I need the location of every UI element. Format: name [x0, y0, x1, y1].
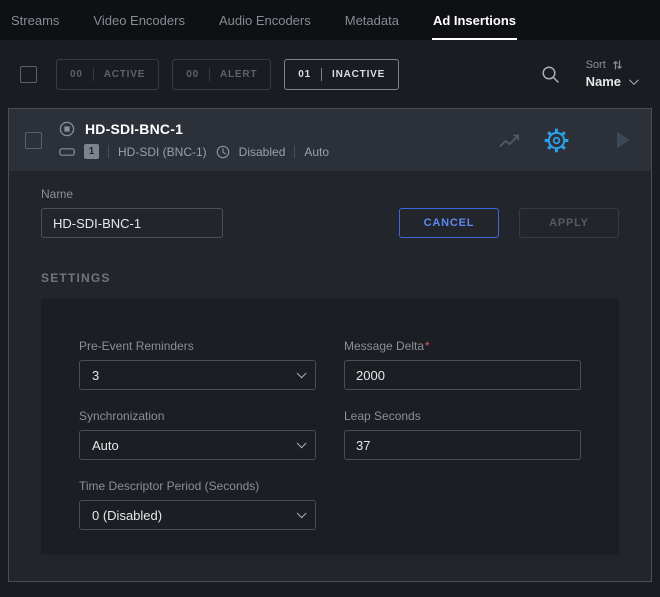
app-window: Streams Video Encoders Audio Encoders Me…	[0, 0, 660, 582]
chevron-down-icon	[297, 438, 307, 448]
synchronization-field: Synchronization Auto	[79, 409, 316, 460]
search-icon	[541, 65, 560, 84]
input-type: HD-SDI (BNC-1)	[118, 145, 207, 159]
message-delta-input[interactable]	[344, 360, 581, 390]
leap-seconds-label: Leap Seconds	[344, 409, 581, 423]
chevron-down-icon	[297, 368, 307, 378]
settings-heading: SETTINGS	[41, 271, 619, 285]
status-filter-group: 00 ACTIVE 00 ALERT 01 INACTIVE	[56, 59, 399, 90]
message-delta-label: Message Delta*	[344, 339, 581, 353]
sort-control[interactable]: Sort Name	[586, 59, 640, 89]
time-descriptor-period-label: Time Descriptor Period (Seconds)	[79, 479, 316, 493]
sort-arrows-icon	[612, 59, 623, 71]
time-descriptor-period-select[interactable]: 0 (Disabled)	[79, 500, 316, 530]
meta-divider	[294, 145, 295, 158]
message-delta-field: Message Delta*	[344, 339, 581, 390]
required-marker: *	[425, 339, 430, 353]
encoder-card: HD-SDI-BNC-1 1 HD-SDI (BNC-1) Disabled	[8, 108, 652, 582]
search-button[interactable]	[541, 65, 560, 84]
tab-streams[interactable]: Streams	[10, 0, 60, 40]
encoder-title-row: HD-SDI-BNC-1	[59, 121, 329, 137]
badge-divider	[321, 68, 322, 81]
clock-icon	[216, 145, 230, 159]
name-field: Name	[41, 187, 223, 238]
name-label: Name	[41, 187, 223, 201]
pre-event-reminders-select[interactable]: 3	[79, 360, 316, 390]
filter-active-badge[interactable]: 00 ACTIVE	[56, 59, 159, 90]
filter-bar: 00 ACTIVE 00 ALERT 01 INACTIVE	[0, 40, 660, 108]
synchronization-label: Synchronization	[79, 409, 316, 423]
inactive-count: 01	[298, 69, 311, 80]
tab-video-encoders[interactable]: Video Encoders	[92, 0, 186, 40]
leap-seconds-field: Leap Seconds	[344, 409, 581, 460]
encoder-card-body: Name CANCEL APPLY SETTINGS Pre-Event Rem…	[9, 171, 651, 581]
start-button[interactable]	[616, 131, 631, 149]
active-label: ACTIVE	[104, 69, 145, 80]
badge-divider	[209, 68, 210, 81]
encoder-head-text: HD-SDI-BNC-1 1 HD-SDI (BNC-1) Disabled	[59, 121, 329, 159]
tab-metadata[interactable]: Metadata	[344, 0, 400, 40]
chart-icon	[498, 131, 521, 150]
leap-seconds-input[interactable]	[344, 430, 581, 460]
sort-value: Name	[586, 74, 621, 89]
alert-label: ALERT	[220, 69, 257, 80]
alert-count: 00	[186, 69, 199, 80]
pre-event-reminders-field: Pre-Event Reminders 3	[79, 339, 316, 390]
encoder-card-header: HD-SDI-BNC-1 1 HD-SDI (BNC-1) Disabled	[9, 109, 651, 171]
encoder-mode: Auto	[304, 145, 329, 159]
time-descriptor-period-value: 0 (Disabled)	[92, 508, 162, 523]
encoder-actions	[498, 127, 631, 154]
apply-button[interactable]: APPLY	[519, 208, 619, 238]
stats-button[interactable]	[498, 131, 521, 150]
synchronization-select[interactable]: Auto	[79, 430, 316, 460]
encoder-title: HD-SDI-BNC-1	[85, 121, 183, 137]
input-number-badge: 1	[84, 144, 99, 159]
sort-value-row: Name	[586, 74, 636, 89]
badge-divider	[93, 68, 94, 81]
settings-form: Pre-Event Reminders 3 Message Delta* Syn…	[79, 339, 581, 530]
top-nav: Streams Video Encoders Audio Encoders Me…	[0, 0, 660, 40]
settings-button[interactable]	[543, 127, 570, 154]
chevron-down-icon	[629, 75, 639, 85]
pre-event-reminders-label: Pre-Event Reminders	[79, 339, 316, 353]
synchronization-value: Auto	[92, 438, 119, 453]
select-all-checkbox[interactable]	[20, 66, 37, 83]
tab-ad-insertions[interactable]: Ad Insertions	[432, 0, 517, 40]
chevron-down-icon	[297, 508, 307, 518]
gear-icon	[543, 127, 570, 154]
encoder-checkbox[interactable]	[25, 132, 42, 149]
message-delta-label-text: Message Delta	[344, 339, 424, 353]
pre-event-reminders-value: 3	[92, 368, 99, 383]
empty-grid-cell	[344, 479, 581, 530]
tab-audio-encoders[interactable]: Audio Encoders	[218, 0, 312, 40]
sort-header: Sort	[586, 59, 636, 71]
meta-divider	[108, 145, 109, 158]
input-connector-icon	[59, 147, 75, 157]
inactive-label: INACTIVE	[332, 69, 385, 80]
name-input[interactable]	[41, 208, 223, 238]
cancel-button[interactable]: CANCEL	[399, 208, 499, 238]
active-count: 00	[70, 69, 83, 80]
name-row: Name CANCEL APPLY	[41, 187, 619, 238]
encoder-status: Disabled	[239, 145, 286, 159]
filter-alert-badge[interactable]: 00 ALERT	[172, 59, 271, 90]
sort-label: Sort	[586, 59, 606, 71]
time-descriptor-period-field: Time Descriptor Period (Seconds) 0 (Disa…	[79, 479, 316, 530]
play-icon	[616, 131, 631, 149]
stopped-status-icon	[59, 121, 75, 137]
settings-panel: Pre-Event Reminders 3 Message Delta* Syn…	[41, 299, 619, 555]
encoder-meta-row: 1 HD-SDI (BNC-1) Disabled Auto	[59, 144, 329, 159]
filter-inactive-badge[interactable]: 01 INACTIVE	[284, 59, 399, 90]
form-buttons: CANCEL APPLY	[399, 208, 619, 238]
